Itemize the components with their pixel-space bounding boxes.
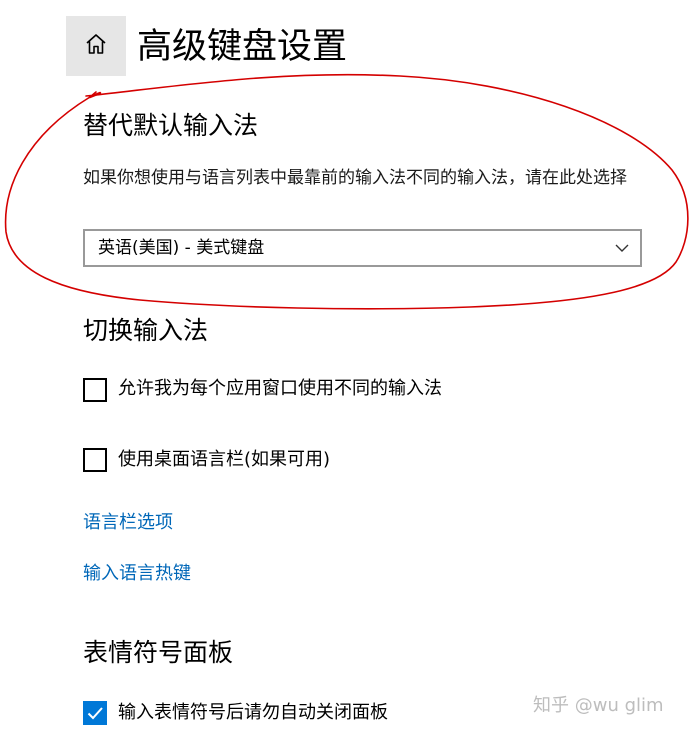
input-language-hotkeys-link[interactable]: 输入语言热键 (83, 561, 191, 587)
emoji-panel-keep-open-checkbox[interactable] (83, 701, 107, 725)
chevron-down-icon (614, 240, 630, 260)
emoji-panel-keep-open-label: 输入表情符号后请勿自动关闭面板 (118, 702, 388, 723)
override-section-heading: 替代默认输入法 (83, 111, 259, 140)
input-method-dropdown[interactable]: 英语(美国) - 美式键盘 (83, 229, 642, 267)
watermark: 知乎 @wu glim (533, 695, 664, 716)
desktop-language-bar-label: 使用桌面语言栏(如果可用) (118, 449, 331, 470)
desktop-language-bar-checkbox[interactable] (83, 448, 107, 472)
per-app-window-label: 允许我为每个应用窗口使用不同的输入法 (118, 378, 442, 399)
per-app-window-checkbox[interactable] (83, 378, 107, 402)
language-bar-options-link[interactable]: 语言栏选项 (83, 510, 173, 536)
switch-section-heading: 切换输入法 (83, 316, 209, 345)
page-title: 高级键盘设置 (137, 27, 348, 67)
home-icon (84, 32, 108, 60)
emoji-section-heading: 表情符号面板 (83, 638, 234, 667)
dropdown-selected-value: 英语(美国) - 美式键盘 (98, 238, 265, 258)
override-description: 如果你想使用与语言列表中最靠前的输入法不同的输入法，请在此处选择 (83, 168, 627, 188)
home-button[interactable] (66, 16, 126, 76)
advanced-keyboard-settings-page: 高级键盘设置 替代默认输入法 如果你想使用与语言列表中最靠前的输入法不同的输入法… (0, 0, 692, 737)
checkmark-icon (85, 703, 105, 723)
